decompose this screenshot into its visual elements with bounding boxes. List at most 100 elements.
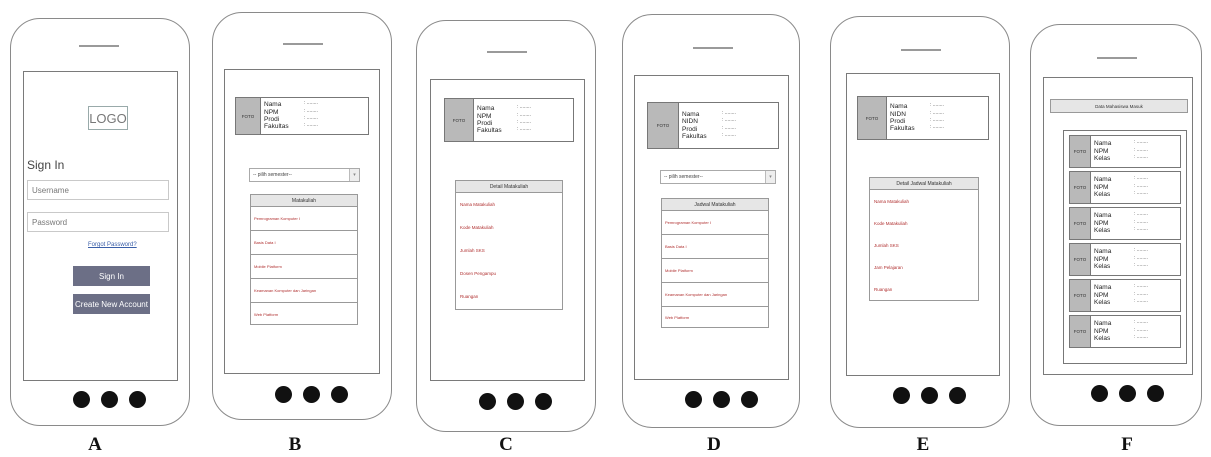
schedule-item[interactable]: Mobile Platform (662, 259, 768, 283)
student-label: NPM (1094, 147, 1109, 155)
detail-item: Dosen Pengampu (460, 271, 497, 276)
dot-icon (949, 387, 966, 404)
student-value: : ........ (1134, 226, 1148, 233)
photo-placeholder: FOTO (236, 98, 261, 134)
schedule-detail-panel: Detail Jadwal Matakuliah Nama Matakuliah… (869, 177, 979, 301)
dot-icon (1147, 385, 1164, 402)
student-list: FOTO Nama : ........ NPM : ........ Kelas:… (1063, 130, 1187, 364)
phone-b: FOTO Nama: ........ NPM: ........ Prodi:… (212, 12, 392, 420)
profile-label: Prodi (890, 118, 906, 125)
detail-item: Ruangan (874, 286, 893, 292)
photo-placeholder: FOTO (858, 97, 887, 139)
nav-dots (479, 393, 552, 410)
sign-in-button[interactable]: Sign In (73, 266, 150, 286)
course-detail-title: Detail Matakuliah (456, 181, 562, 193)
profile-card: FOTO Nama: ........ NIDN: ........ Prodi… (857, 96, 989, 140)
nav-dots (685, 391, 758, 408)
course-detail-panel: Detail Matakuliah Nama Matakuliah Kode M… (455, 180, 563, 310)
detail-item: Jumlah SKS (874, 242, 899, 248)
student-card[interactable]: FOTO Nama: ........ NPM: ........ Kelas:… (1069, 243, 1181, 276)
student-label: Nama (1094, 140, 1112, 148)
phone-c: FOTO Nama: ........ NPM: ........ Prodi:… (416, 20, 596, 432)
screen-c: FOTO Nama: ........ NPM: ........ Prodi:… (430, 79, 585, 381)
label-f: F (1121, 434, 1133, 455)
student-label: Kelas (1094, 263, 1111, 271)
detail-item: Nama Matakuliah (874, 198, 910, 204)
create-account-button[interactable]: Create New Account (73, 294, 150, 314)
screen-b: FOTO Nama: ........ NPM: ........ Prodi:… (224, 69, 380, 374)
dot-icon (1119, 385, 1136, 402)
course-item[interactable]: Pemrograman Komputer I (251, 207, 357, 231)
label-c: C (499, 434, 513, 455)
student-card[interactable]: FOTO Nama: ........ NPM: ........ Kelas:… (1069, 171, 1181, 204)
schedule-item[interactable]: Pemrograman Komputer I (662, 211, 768, 235)
username-input[interactable]: Username (27, 180, 169, 200)
detail-item: Ruangan (460, 294, 479, 299)
nav-dots (1091, 385, 1164, 402)
speaker-icon (1097, 57, 1137, 59)
detail-item: Nama Matakuliah (460, 202, 496, 207)
student-value: : ........ (1134, 298, 1148, 305)
dot-icon (507, 393, 524, 410)
student-label: NPM (1094, 255, 1109, 263)
student-card[interactable]: FOTO Nama: ........ NPM: ........ Kelas:… (1069, 135, 1181, 168)
speaker-icon (487, 51, 527, 53)
dot-icon (741, 391, 758, 408)
student-value: : ........ (1134, 334, 1148, 341)
semester-select-value: -- pilih semester-- (253, 172, 292, 178)
profile-label: Nama (477, 105, 495, 113)
dot-icon (73, 391, 90, 408)
speaker-icon (79, 45, 119, 47)
schedule-list: Jadwal Matakuliah Pemrograman Komputer I… (661, 198, 769, 328)
course-item[interactable]: Mobile Platform (251, 255, 357, 279)
schedule-detail-title: Detail Jadwal Matakuliah (870, 178, 978, 190)
nav-dots (893, 387, 966, 404)
photo-placeholder: FOTO (1070, 208, 1091, 239)
screen-d: FOTO Nama: ........ NIDN: ........ Prodi… (634, 75, 789, 380)
photo-placeholder: FOTO (1070, 172, 1091, 203)
dot-icon (921, 387, 938, 404)
dot-icon (331, 386, 348, 403)
student-card[interactable]: FOTO Nama: ........ NPM: ........ Kelas:… (1069, 279, 1181, 312)
schedule-item[interactable]: Web Platform (662, 307, 768, 328)
course-item[interactable]: Web Platform (251, 303, 357, 325)
student-label: NPM (1094, 327, 1109, 335)
chevron-down-icon[interactable]: ▾ (765, 171, 775, 183)
profile-label: Prodi (682, 125, 698, 133)
profile-label: Fakultas (890, 125, 915, 133)
profile-value: : ........ (304, 122, 318, 129)
label-a: A (88, 434, 102, 455)
course-item[interactable]: Basis Data I (251, 231, 357, 255)
phone-d: FOTO Nama: ........ NIDN: ........ Prodi… (622, 14, 800, 428)
photo-placeholder: FOTO (1070, 316, 1091, 347)
profile-label: Fakultas (477, 127, 502, 135)
profile-label: Nama (264, 101, 282, 109)
schedule-item[interactable]: Basis Data I (662, 235, 768, 259)
speaker-icon (901, 49, 941, 51)
student-label: Nama (1094, 176, 1112, 184)
student-value: : ........ (1134, 154, 1148, 161)
student-label: NPM (1094, 219, 1109, 227)
detail-item: Kode Matakuliah (460, 225, 494, 230)
dot-icon (535, 393, 552, 410)
student-label: Kelas (1094, 155, 1111, 163)
detail-item: Jumlah SKS (460, 248, 485, 253)
speaker-icon (693, 47, 733, 49)
profile-label: NPM (264, 108, 279, 116)
student-label: Kelas (1094, 335, 1111, 343)
student-label: Nama (1094, 284, 1112, 292)
schedule-item[interactable]: Keamanan Komputer dan Jaringan (662, 283, 768, 307)
semester-select[interactable]: -- pilih semester-- ▾ (660, 170, 776, 184)
profile-value: : ........ (722, 131, 736, 138)
dot-icon (129, 391, 146, 408)
semester-select[interactable]: -- pilih semester-- ▾ (249, 168, 360, 182)
logo: LOGO (88, 106, 128, 130)
course-item[interactable]: Keamanan Komputer dan Jaringan (251, 279, 357, 303)
screen-f: Data Mahasiswa Masuk FOTO Nama: ........… (1043, 77, 1193, 375)
student-label: Kelas (1094, 191, 1111, 199)
student-card[interactable]: FOTO Nama: ........ NPM: ........ Kelas:… (1069, 315, 1181, 348)
student-card[interactable]: FOTO Nama: ........ NPM: ........ Kelas:… (1069, 207, 1181, 240)
forgot-password-link[interactable]: Forgot Password? (88, 242, 137, 248)
chevron-down-icon[interactable]: ▾ (349, 169, 359, 181)
password-input[interactable]: Password (27, 212, 169, 232)
